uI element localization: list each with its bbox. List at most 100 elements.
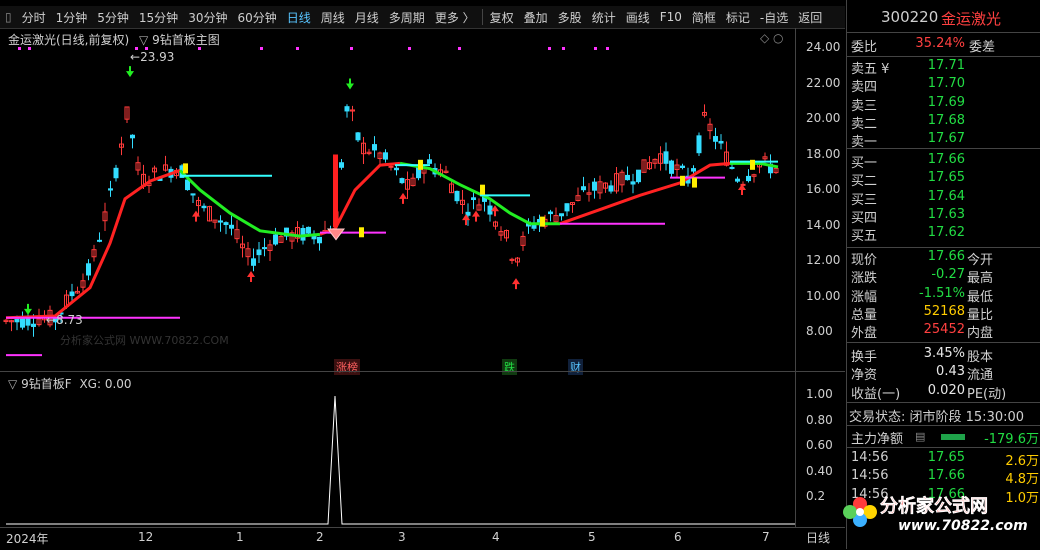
quote-row: 买四 17.63 [849,207,1039,226]
stat-label: 总量 [851,307,878,323]
candle-body [108,188,113,191]
date-tick: 12 [138,530,154,544]
up-arrow [472,210,480,222]
signal-dot [350,47,353,50]
quote-row: 卖三 17.69 [849,95,1039,114]
btn-back[interactable]: 返回 [793,9,827,26]
quote-row: 买三 17.64 [849,189,1039,208]
signal-block [750,159,755,170]
candlestick-chart[interactable] [0,44,795,371]
watermark: 分析家公式网 WWW.70822.COM [60,334,229,347]
tab-30min[interactable]: 30分钟 [183,9,232,26]
candle-body [729,166,735,169]
candle-body [344,106,350,112]
signal-dot [458,47,461,50]
diamond-icon [326,228,346,241]
candle-body [273,234,278,245]
candle-body [548,211,553,215]
quote-row: 净资 0.43 流通 [849,364,1039,384]
price-tick: 18.00 [806,146,841,161]
quote-row: 14:56 17.65 2.6万 [849,450,1039,469]
main-flow-value: -179.6万 [984,432,1039,447]
candle-body [256,249,262,256]
tab-fenshi[interactable]: 分时 [17,9,51,26]
toolbar-collapse-icon[interactable]: ▯ [0,10,17,24]
candle-body [454,190,460,202]
bid-label: 买三 [851,192,878,208]
trend-line-up [5,169,181,320]
signal-dot [296,47,299,50]
candle-body [592,181,597,191]
candle-body [190,193,196,196]
ask-label: 卖四 [851,80,878,96]
toolbar-divider [481,9,483,25]
candle-body [713,136,718,142]
btn-mark[interactable]: 标记 [721,9,755,26]
ask-price: 17.67 [927,131,965,147]
candle-body [383,152,388,160]
ask-label: 卖三 [851,98,878,114]
tab-60min[interactable]: 60分钟 [232,9,281,26]
candles-group [3,104,779,337]
signal-dot [18,47,21,50]
tab-daily[interactable]: 日线 [282,9,316,26]
tick-price: 17.66 [927,468,965,484]
btn-f10[interactable]: F10 [655,10,687,24]
price-tick: 16.00 [806,182,841,196]
tick-time: 14:56 [851,468,889,484]
tab-weekly[interactable]: 周线 [316,9,350,26]
stat-value: 0.43 [936,364,965,380]
candle-body [306,226,311,234]
btn-stats[interactable]: 统计 [587,9,621,26]
tab-5min[interactable]: 5分钟 [92,9,134,26]
signal-block [359,227,364,238]
chart-settings-icon[interactable]: ◇ ○ [760,31,784,45]
tab-multi-period[interactable]: 多周期 [384,9,430,26]
btn-multi-stock[interactable]: 多股 [553,9,587,26]
ask-label: 卖二 [851,116,878,132]
tick-time: 14:56 [851,450,889,465]
btn-overlay[interactable]: 叠加 [519,9,553,26]
site-logo: 分析家公式网 www.70822.com [836,484,1040,544]
stat-value: 52168 [923,303,965,319]
btn-fuquan[interactable]: 复权 [485,9,519,26]
low-price-label: ←8.73 [46,313,83,327]
stat-label: 外盘 [851,326,878,342]
btn-draw[interactable]: 画线 [621,9,655,26]
signal-dot [548,47,551,50]
date-tick: 2 [316,530,324,544]
candle-body [262,247,267,250]
candle-body [372,144,377,151]
signal-bar [333,154,338,228]
btn-simple-frame[interactable]: 简框 [687,9,721,26]
candle-body [625,174,630,181]
tab-15min[interactable]: 15分钟 [134,9,183,26]
stat-label2: 最高 [967,271,994,287]
period-label: 日线 [806,531,831,545]
weibi-value: 35.24% [915,36,965,51]
stat-label: 现价 [851,253,878,268]
main-flow-row: 主力净额 ▤ -179.6万 [849,428,1039,447]
candle-body [691,168,696,172]
btn-watchlist[interactable]: -自选 [755,9,793,26]
details-icon[interactable]: ▤ [915,430,925,443]
quote-row: 卖一 17.67 [849,131,1039,150]
date-tick: 2024年 [6,532,49,546]
date-axis: 2024年 12 1 2 3 4 5 6 7 [0,527,845,550]
signal-block [418,159,423,170]
quote-row: 外盘 25452 内盘 [849,322,1039,342]
candle-body [399,178,405,184]
candle-body [31,323,36,327]
stat-label2: 量比 [967,307,994,323]
stat-label2: 股本 [967,350,994,365]
trade-status: 交易状态: 闭市阶段 15:30:00 [849,410,1025,425]
price-tick: 12.00 [806,253,841,267]
tab-1min[interactable]: 1分钟 [51,9,93,26]
stat-value: 0.020 [927,382,965,398]
stat-label: 净资 [851,368,878,384]
tab-monthly[interactable]: 月线 [350,9,384,26]
quote-row: 买二 17.65 [849,170,1039,189]
tab-more[interactable]: 更多 〉 [430,9,480,26]
quote-row: 买五 17.62 [849,225,1039,244]
stat-label: 涨幅 [851,289,878,305]
